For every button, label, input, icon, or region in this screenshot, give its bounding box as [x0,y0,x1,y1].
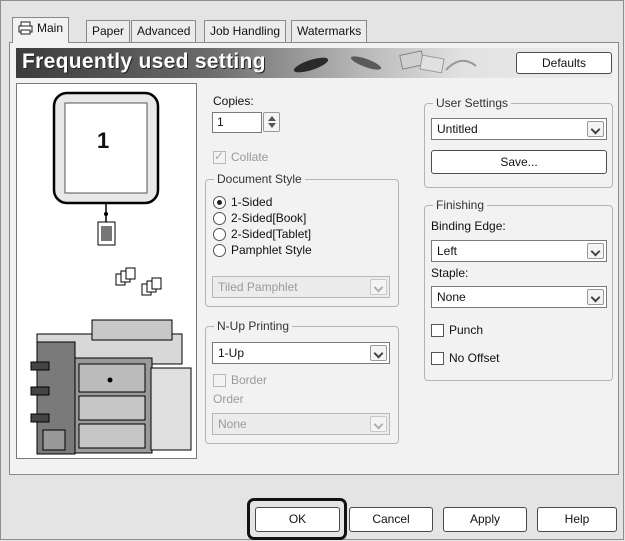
tab-watermarks-label: Watermarks [297,24,362,38]
tab-advanced[interactable]: Advanced [131,20,197,42]
border-label: Border [231,373,268,387]
tab-main[interactable]: Main [12,17,70,43]
option-2-sided-tablet: 2-Sided[Tablet] [231,227,312,241]
printer-icon [18,21,33,41]
user-settings-group: User Settings [424,96,613,188]
document-style-label: Document Style [214,172,305,186]
collate-checkbox[interactable]: ✓ [213,149,226,164]
copies-input[interactable]: 1 [212,112,262,133]
copies-spinner[interactable] [263,112,280,132]
staple-select[interactable]: None [431,286,607,308]
chevron-down-icon [587,243,604,259]
radio-2-sided-book[interactable] [213,212,226,225]
option-pamphlet-style: Pamphlet Style [231,243,312,257]
tab-job-handling-label: Job Handling [210,24,281,38]
defaults-button[interactable]: Defaults [516,52,612,74]
no-offset-checkbox[interactable] [431,352,444,365]
tab-watermarks[interactable]: Watermarks [291,20,368,42]
chevron-down-icon [370,416,387,432]
cancel-button[interactable]: Cancel [349,507,433,532]
copies-label: Copies: [213,94,254,108]
user-settings-select[interactable]: Untitled [431,118,607,140]
user-settings-label: User Settings [433,96,512,110]
chevron-down-icon [370,279,387,295]
binding-edge-label: Binding Edge: [431,219,506,233]
staple-value: None [437,290,466,304]
pamphlet-type-select[interactable]: Tiled Pamphlet [212,276,390,298]
collate-label: Collate [231,150,269,164]
tab-job-handling[interactable]: Job Handling [204,20,287,42]
preview-page-number: 1 [97,128,110,153]
tab-paper[interactable]: Paper [86,20,131,42]
option-2-sided-book: 2-Sided[Book] [231,211,307,225]
option-1-sided: 1-Sided [231,195,273,209]
save-button[interactable]: Save... [431,150,607,174]
order-select[interactable]: None [212,413,390,435]
tab-main-label: Main [37,21,64,35]
order-value: None [218,417,247,431]
help-button[interactable]: Help [537,507,617,532]
border-checkbox[interactable] [213,374,226,387]
banner: Frequently used setting Defaults [16,48,613,78]
chevron-down-icon [370,345,387,361]
radio-1-sided[interactable] [213,196,226,209]
banner-title: Frequently used setting [22,50,266,73]
punch-checkbox[interactable] [431,324,444,337]
finishing-label: Finishing [433,198,488,212]
ok-button-highlight [247,498,347,540]
chevron-down-icon [587,289,604,305]
main-tab-panel: Frequently used setting Defaults 1 Copie… [9,42,619,475]
nup-select[interactable]: 1-Up [212,342,390,364]
tab-paper-label: Paper [92,24,125,38]
copies-value: 1 [217,115,224,129]
user-settings-value: Untitled [437,122,478,136]
staple-label: Staple: [431,266,469,280]
pamphlet-type-value: Tiled Pamphlet [218,280,298,294]
apply-button[interactable]: Apply [443,507,527,532]
tab-advanced-label: Advanced [137,24,191,38]
chevron-down-icon [587,121,604,137]
checkmark-icon: ✓ [214,149,225,163]
print-preview: 1 [16,83,197,459]
spinner-up-icon [268,116,276,121]
radio-2-sided-tablet[interactable] [213,228,226,241]
no-offset-label: No Offset [449,351,500,365]
order-label: Order [213,392,244,406]
binding-edge-value: Left [437,244,458,258]
punch-label: Punch [449,323,484,337]
nup-value: 1-Up [218,346,245,360]
spinner-down-icon [268,123,276,128]
banner-decoration [293,50,477,74]
nup-printing-label: N-Up Printing [214,319,293,333]
binding-edge-select[interactable]: Left [431,240,607,262]
radio-pamphlet-style[interactable] [213,244,226,257]
